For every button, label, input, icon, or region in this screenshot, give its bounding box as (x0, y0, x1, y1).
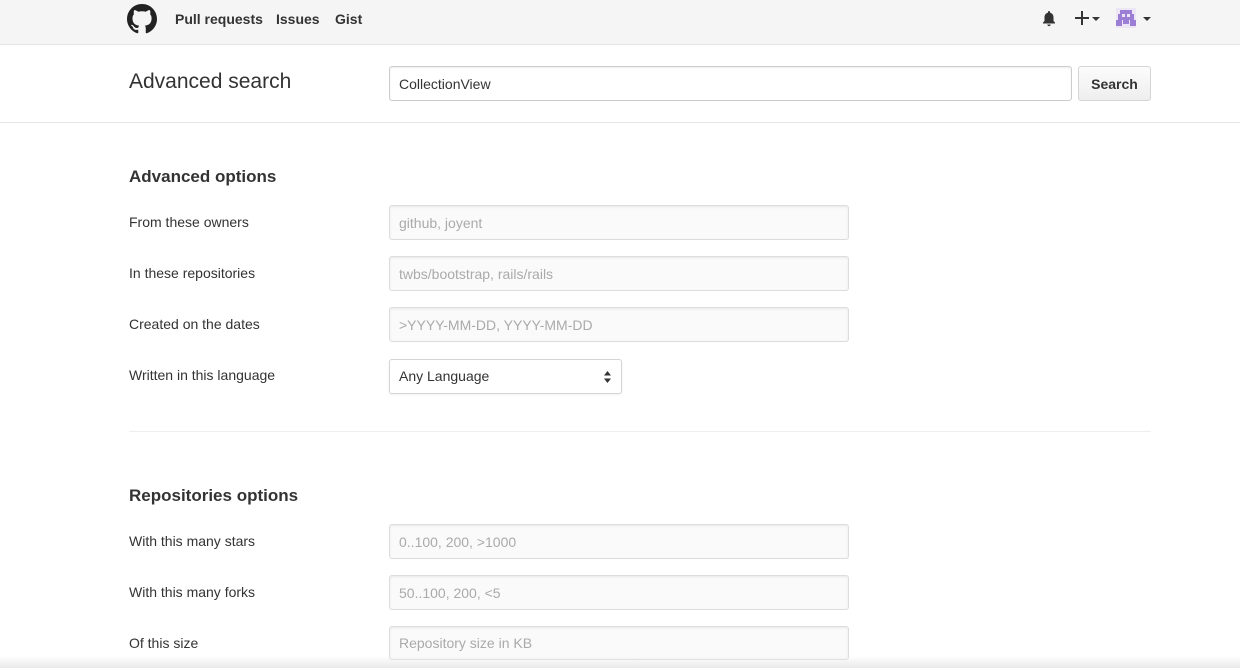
size-label: Of this size (129, 635, 199, 651)
repositories-label: In these repositories (129, 265, 256, 281)
owners-input[interactable] (389, 205, 849, 240)
advanced-options-heading: Advanced options (129, 167, 277, 186)
bell-icon[interactable] (1041, 10, 1057, 27)
nav-pull-requests[interactable]: Pull requests (175, 11, 263, 27)
dates-label: Created on the dates (129, 316, 260, 332)
forks-label: With this many forks (129, 584, 256, 600)
plus-icon (1075, 11, 1089, 25)
chevron-down-icon (1092, 17, 1100, 21)
select-arrows-icon (604, 371, 611, 383)
nav-issues[interactable]: Issues (276, 11, 320, 27)
profile-menu[interactable] (1116, 6, 1154, 30)
page-title: Advanced search (129, 70, 292, 93)
language-select-value: Any Language (399, 368, 490, 384)
dates-input[interactable] (389, 307, 849, 342)
search-button[interactable]: Search (1078, 66, 1151, 101)
chevron-down-icon (1143, 17, 1151, 21)
search-header: Advanced search Search (0, 45, 1240, 123)
avatar-icon (1116, 8, 1136, 28)
create-new-menu[interactable] (1075, 8, 1103, 28)
search-query-input[interactable] (389, 66, 1072, 101)
repositories-input[interactable] (389, 256, 849, 291)
owners-label: From these owners (129, 214, 249, 230)
language-label: Written in this language (129, 367, 276, 383)
language-select[interactable]: Any Language (389, 359, 622, 394)
top-navigation-bar: Pull requests Issues Gist (0, 0, 1240, 45)
forks-input[interactable] (389, 575, 849, 610)
size-input[interactable] (389, 626, 849, 660)
nav-gist[interactable]: Gist (335, 11, 362, 27)
bottom-scroll-fade (0, 656, 1240, 668)
github-octocat-icon[interactable] (127, 4, 157, 34)
repositories-options-heading: Repositories options (129, 486, 299, 505)
stars-label: With this many stars (129, 533, 256, 549)
stars-input[interactable] (389, 524, 849, 559)
section-divider (129, 431, 1151, 432)
